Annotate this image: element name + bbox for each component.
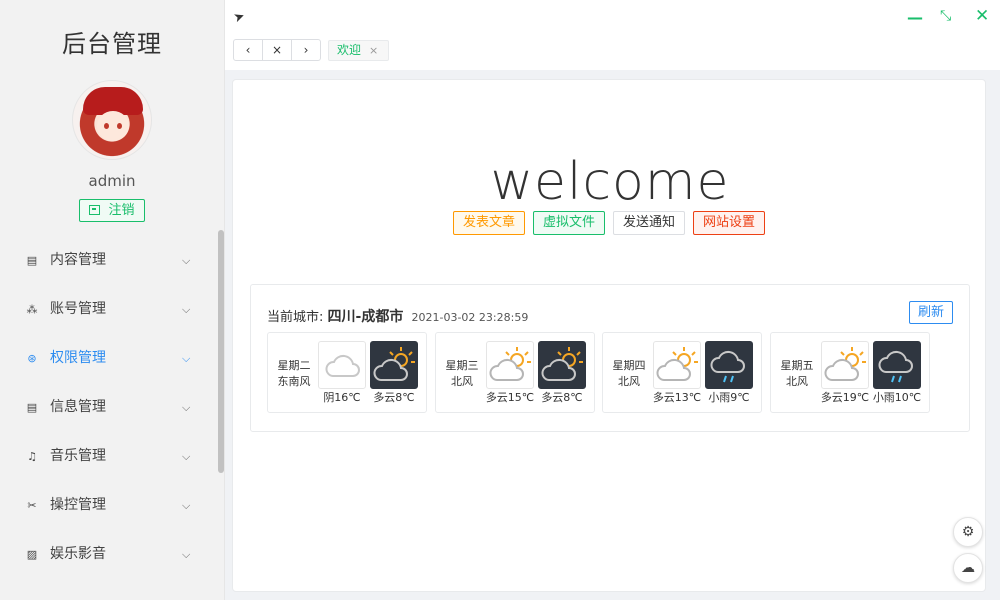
- sidebar-menu: ▤ 内容管理 ⌵ ⁂ 账号管理 ⌵ ⊛ 权限管理 ⌵ ▤ 信息管理 ⌵ ♫ 音乐管理 ⌵ ✂ 操控管理…: [0, 236, 224, 579]
- cloudy-night-icon: [538, 341, 586, 389]
- send-icon[interactable]: ➤: [232, 9, 247, 27]
- menu-icon: ♫: [27, 450, 37, 463]
- cloud-upload-icon[interactable]: ☁: [953, 553, 983, 583]
- chevron-down-icon: ⌵: [182, 450, 191, 463]
- app-title: 后台管理: [62, 30, 162, 58]
- chevron-down-icon: ⌵: [182, 499, 191, 512]
- logout-button[interactable]: 注销: [79, 199, 145, 222]
- day-weather-text: 多云13℃: [652, 391, 702, 404]
- sidebar-item[interactable]: ⁂ 账号管理 ⌵: [0, 285, 224, 334]
- partly-cloudy-icon: [653, 341, 701, 389]
- sidebar-item[interactable]: ▤ 信息管理 ⌵: [0, 383, 224, 432]
- weather-header: 当前城市: 四川-成都市 2021-03-02 23:28:59: [267, 306, 528, 326]
- menu-icon: ▤: [26, 401, 38, 414]
- fullscreen-exit-icon[interactable]: ⤡: [940, 8, 951, 24]
- main-card: welcome 发表文章 虚拟文件 发送通知 网站设置 当前城市: 四川-成都市…: [232, 79, 986, 592]
- close-icon[interactable]: ✕: [975, 6, 989, 26]
- city-label: 当前城市:: [267, 310, 324, 325]
- day-weather-text: 多云15℃: [485, 391, 535, 404]
- cloudy-night-icon: [370, 341, 418, 389]
- rain-night-icon: [705, 341, 753, 389]
- sidebar-item-label: 内容管理: [50, 252, 106, 268]
- close-tab-button[interactable]: ×: [263, 40, 292, 60]
- minimize-icon[interactable]: —: [907, 8, 923, 27]
- post-article-button[interactable]: 发表文章: [453, 211, 525, 235]
- day-label: 星期五 北风: [780, 359, 814, 388]
- chevron-down-icon: ⌵: [182, 352, 191, 365]
- send-notice-button[interactable]: 发送通知: [613, 211, 685, 235]
- sidebar-item-label: 音乐管理: [50, 448, 106, 464]
- forward-button[interactable]: ›: [292, 40, 320, 60]
- forecast-day: 星期二 东南风 阴16℃ 多云8℃: [267, 332, 427, 413]
- menu-icon: ✂: [27, 499, 37, 512]
- site-settings-button[interactable]: 网站设置: [693, 211, 765, 235]
- night-weather-text: 多云8℃: [541, 391, 583, 404]
- sidebar-item-label: 权限管理: [50, 350, 106, 366]
- sidebar-scrollbar[interactable]: [218, 230, 224, 473]
- sidebar-item-label: 操控管理: [50, 497, 106, 513]
- forecast-day: 星期五 北风 多云19℃ 小雨10℃: [770, 332, 930, 413]
- settings-gear-icon[interactable]: ⚙: [953, 517, 983, 547]
- sidebar-item[interactable]: ♫ 音乐管理 ⌵: [0, 432, 224, 481]
- sidebar: 后台管理 admin 注销 ▤ 内容管理 ⌵ ⁂ 账号管理 ⌵ ⊛ 权限管理 ⌵ ▤ 信息管理…: [0, 0, 225, 600]
- forecast-day: 星期三 北风 多云15℃ 多云8℃: [435, 332, 595, 413]
- day-label: 星期二 东南风: [277, 359, 311, 388]
- logout-label: 注销: [108, 203, 135, 218]
- chevron-down-icon: ⌵: [182, 401, 191, 414]
- day-label: 星期四 北风: [612, 359, 646, 388]
- menu-icon: ⁂: [26, 303, 38, 316]
- night-weather-text: 小雨10℃: [872, 391, 922, 404]
- menu-icon: ⊛: [27, 352, 37, 365]
- menu-icon: ▤: [26, 254, 38, 267]
- tab-label: 欢迎: [337, 43, 362, 57]
- day-weather-text: 阴16℃: [323, 391, 361, 404]
- tab-welcome[interactable]: 欢迎 ×: [328, 40, 389, 61]
- day-label: 星期三 北风: [445, 359, 479, 388]
- virtual-files-button[interactable]: 虚拟文件: [533, 211, 605, 235]
- chevron-down-icon: ⌵: [182, 254, 191, 267]
- forecast-day: 星期四 北风 多云13℃ 小雨9℃: [602, 332, 762, 413]
- sidebar-item-active[interactable]: ⊛ 权限管理 ⌵: [0, 334, 224, 383]
- logout-icon: [89, 205, 101, 215]
- sidebar-item[interactable]: ✂ 操控管理 ⌵: [0, 481, 224, 530]
- chevron-down-icon: ⌵: [182, 303, 191, 316]
- sidebar-item-label: 账号管理: [50, 301, 106, 317]
- day-weather-text: 多云19℃: [820, 391, 870, 404]
- rain-night-icon: [873, 341, 921, 389]
- refresh-button[interactable]: 刷新: [909, 301, 953, 324]
- sidebar-item-label: 娱乐影音: [50, 546, 106, 562]
- sidebar-item-label: 信息管理: [50, 399, 106, 415]
- partly-cloudy-icon: [486, 341, 534, 389]
- overcast-icon: [318, 341, 366, 389]
- sidebar-item[interactable]: ▤ 内容管理 ⌵: [0, 236, 224, 285]
- partly-cloudy-icon: [821, 341, 869, 389]
- city-name: 四川-成都市: [327, 309, 404, 325]
- welcome-heading: welcome: [490, 152, 730, 212]
- night-weather-text: 多云8℃: [373, 391, 415, 404]
- username: admin: [88, 172, 136, 190]
- weather-panel: 当前城市: 四川-成都市 2021-03-02 23:28:59 刷新 星期二东…: [250, 284, 970, 432]
- weather-time: 2021-03-02 23:28:59: [411, 311, 529, 324]
- avatar[interactable]: [72, 80, 152, 160]
- topbar: ➤ — ⤡ ✕ ‹ × › 欢迎 ×: [225, 0, 1000, 70]
- night-weather-text: 小雨9℃: [708, 391, 750, 404]
- tab-close-icon[interactable]: ×: [369, 41, 378, 60]
- menu-icon: ▨: [26, 548, 38, 561]
- sidebar-item[interactable]: ▨ 娱乐影音 ⌵: [0, 530, 224, 579]
- chevron-down-icon: ⌵: [182, 548, 191, 561]
- back-button[interactable]: ‹: [234, 40, 263, 60]
- tab-nav-group: ‹ × ›: [233, 39, 321, 61]
